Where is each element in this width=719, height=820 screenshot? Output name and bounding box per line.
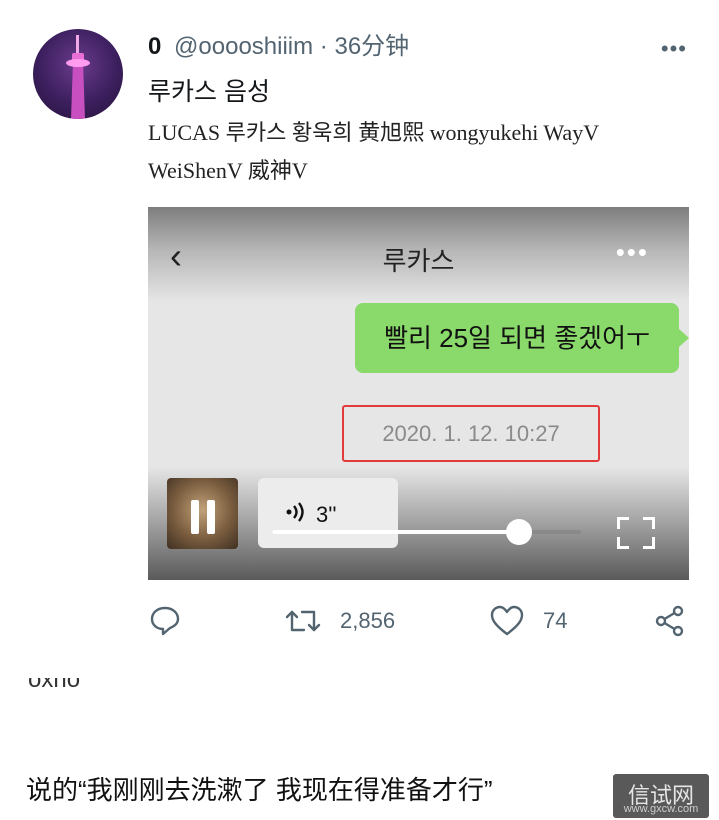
playback-progress [272, 530, 520, 534]
tweet-text-line2: LUCAS 루카스 황욱희 黄旭熙 wongyukehi WayV WeiShe… [148, 120, 599, 183]
tweet-header: 0 @ooooshiiim · 36分钟 [148, 26, 409, 61]
tower-icon [66, 35, 90, 119]
reply-button[interactable] [148, 604, 182, 638]
share-icon [655, 605, 684, 637]
timestamp-highlight: 2020. 1. 12. 10:27 [342, 405, 600, 462]
fullscreen-icon[interactable] [617, 517, 655, 549]
pause-icon[interactable] [189, 500, 219, 534]
chat-title: 루카스 [382, 246, 455, 276]
like-count: 74 [543, 608, 568, 633]
article-caption: 说的“我刚刚去洗漱了 我现在得准备才行” [26, 775, 493, 805]
display-name[interactable]: 0 [148, 33, 161, 60]
tweet-actions: 2,856 74 [148, 600, 689, 644]
clipped-text: oxho [28, 678, 81, 693]
video-thumbnail [167, 478, 238, 549]
sound-wave-icon [284, 500, 308, 530]
chat-bubble: 빨리 25일 되면 좋겠어ㅜ [355, 303, 689, 373]
site-watermark: 信试网 www.gxcw.com [613, 774, 709, 818]
voice-length: 3'' [316, 502, 337, 527]
watermark-url: www.gxcw.com [623, 803, 699, 815]
retweet-count: 2,856 [340, 608, 396, 633]
reply-icon [150, 606, 180, 636]
share-button[interactable] [653, 604, 687, 638]
more-horizontal-icon[interactable]: ••• [661, 36, 687, 62]
playback-knob[interactable] [506, 519, 533, 545]
chat-more-icon: ••• [615, 237, 649, 267]
user-handle[interactable]: @ooooshiiim [174, 33, 313, 60]
heart-icon [490, 605, 524, 636]
playback-slider[interactable] [272, 519, 581, 545]
avatar[interactable] [33, 29, 123, 119]
voice-message: 3'' [258, 478, 398, 548]
tweet-text-line1: 루카스 음성 [148, 78, 270, 106]
retweet-icon [285, 610, 321, 632]
header-separator: · [319, 33, 328, 60]
retweet-button[interactable]: 2,856 [284, 604, 395, 638]
like-button[interactable]: 74 [489, 604, 567, 638]
tweet-media[interactable]: ‹ 루카스 ••• 빨리 25일 되면 좋겠어ㅜ 2020. 1. 12. 10… [148, 207, 689, 580]
chat-timestamp: 2020. 1. 12. 10:27 [382, 421, 560, 446]
tweet-time[interactable]: 36分钟 [334, 33, 409, 60]
